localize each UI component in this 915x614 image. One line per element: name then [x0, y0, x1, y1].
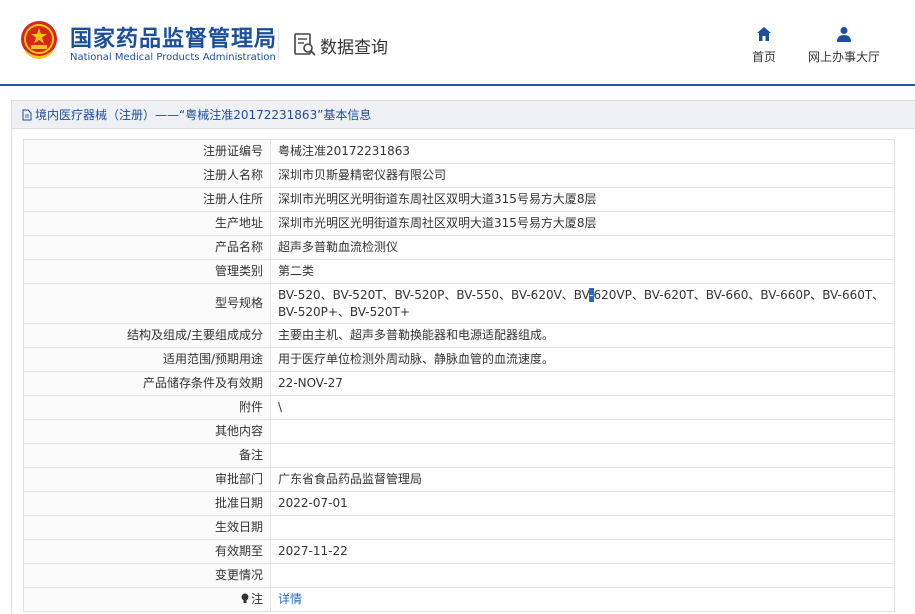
table-row: 有效期至 2027-11-22 [23, 539, 895, 564]
home-icon [757, 27, 771, 41]
table-row: 附件 \ [23, 395, 895, 420]
field-label: 管理类别 [23, 259, 271, 284]
registration-info-table: 注册证编号 粤械注准20172231863 注册人名称 深圳市贝斯曼精密仪器有限… [23, 139, 895, 612]
field-label: 结构及组成/主要组成成分 [23, 323, 271, 348]
nav-service-hall-link[interactable]: 网上办事大厅 [800, 26, 888, 65]
field-label: 备注 [23, 443, 271, 468]
field-label: 生产地址 [23, 211, 271, 236]
field-value: 广东省食品药品监督管理局 [270, 467, 895, 492]
query-title: 数据查询 [320, 38, 388, 58]
field-value [270, 515, 895, 540]
table-row: 批准日期 2022-07-01 [23, 491, 895, 516]
field-label: 注册证编号 [23, 139, 271, 164]
field-label: 审批部门 [23, 467, 271, 492]
brand-subtitle: National Medical Products Administration [70, 52, 276, 63]
table-row: 生效日期 [23, 515, 895, 540]
data-query-icon [294, 33, 316, 56]
table-row: 管理类别 第二类 [23, 259, 895, 284]
table-row: 变更情况 [23, 563, 895, 588]
national-emblem-icon [21, 21, 57, 59]
document-icon [22, 109, 32, 120]
table-row: 注 详情 [23, 587, 895, 612]
table-row: 型号规格 BV-520、BV-520T、BV-520P、BV-550、BV-62… [23, 283, 895, 324]
field-value: 主要由主机、超声多普勒换能器和电源适配器组成。 [270, 323, 895, 348]
field-label: 附件 [23, 395, 271, 420]
table-row: 备注 [23, 443, 895, 468]
field-label: 批准日期 [23, 491, 271, 516]
field-label: 有效期至 [23, 539, 271, 564]
table-row: 注册证编号 粤械注准20172231863 [23, 139, 895, 164]
brand-title: 国家药品监督管理局 [70, 27, 278, 52]
nav-home-link[interactable]: 首页 [744, 26, 784, 65]
field-label: 变更情况 [23, 563, 271, 588]
field-label: 适用范围/预期用途 [23, 347, 271, 372]
field-label: 其他内容 [23, 419, 271, 444]
table-row: 适用范围/预期用途 用于医疗单位检测外周动脉、静脉血管的血流速度。 [23, 347, 895, 372]
field-value: 22-NOV-27 [270, 371, 895, 396]
model-spec-text-a: BV-520、BV-520T、BV-520P、BV-550、BV-620V、BV [278, 287, 590, 302]
table-row: 注册人住所 深圳市光明区光明街道东周社区双明大道315号易方大厦8层 [23, 187, 895, 212]
field-label: 型号规格 [23, 283, 271, 324]
field-value [270, 419, 895, 444]
field-label: 注册人住所 [23, 187, 271, 212]
table-row: 产品名称 超声多普勒血流检测仪 [23, 235, 895, 260]
nav-home-label: 首页 [751, 50, 776, 64]
field-label: 产品名称 [23, 235, 271, 260]
field-value: \ [270, 395, 895, 420]
field-label: 注 [250, 592, 263, 606]
table-row: 生产地址 深圳市光明区光明街道东周社区双明大道315号易方大厦8层 [23, 211, 895, 236]
field-value: 深圳市光明区光明街道东周社区双明大道315号易方大厦8层 [270, 187, 895, 212]
note-value-cell: 详情 [270, 587, 895, 612]
note-label-cell: 注 [23, 587, 271, 612]
details-link[interactable]: 详情 [278, 592, 302, 606]
field-value: 超声多普勒血流检测仪 [270, 235, 895, 260]
header-divider [278, 28, 279, 60]
field-value: 2027-11-22 [270, 539, 895, 564]
table-row: 其他内容 [23, 419, 895, 444]
user-icon [837, 27, 851, 42]
table-row: 结构及组成/主要组成成分 主要由主机、超声多普勒换能器和电源适配器组成。 [23, 323, 895, 348]
field-value: 粤械注准20172231863 [270, 139, 895, 164]
table-row: 注册人名称 深圳市贝斯曼精密仪器有限公司 [23, 163, 895, 188]
field-label: 生效日期 [23, 515, 271, 540]
table-row: 产品储存条件及有效期 22-NOV-27 [23, 371, 895, 396]
field-value: 2022-07-01 [270, 491, 895, 516]
field-label: 产品储存条件及有效期 [23, 371, 271, 396]
site-header: 国家药品监督管理局 National Medical Products Admi… [0, 0, 915, 86]
field-value [270, 443, 895, 468]
table-row: 审批部门 广东省食品药品监督管理局 [23, 467, 895, 492]
nav-service-hall-label: 网上办事大厅 [807, 50, 880, 64]
detail-panel: 境内医疗器械（注册）——“粤械注准20172231863”基本信息 注册证编号 … [11, 100, 915, 614]
field-value: 第二类 [270, 259, 895, 284]
panel-title-bar: 境内医疗器械（注册）——“粤械注准20172231863”基本信息 [12, 101, 915, 129]
field-value: 深圳市光明区光明街道东周社区双明大道315号易方大厦8层 [270, 211, 895, 236]
model-spec-value: BV-520、BV-520T、BV-520P、BV-550、BV-620V、BV… [270, 283, 895, 324]
lightbulb-icon [241, 593, 249, 603]
field-value: 深圳市贝斯曼精密仪器有限公司 [270, 163, 895, 188]
panel-title: 境内医疗器械（注册）——“粤械注准20172231863”基本信息 [35, 108, 372, 122]
field-label: 注册人名称 [23, 163, 271, 188]
field-value: 用于医疗单位检测外周动脉、静脉血管的血流速度。 [270, 347, 895, 372]
field-value [270, 563, 895, 588]
